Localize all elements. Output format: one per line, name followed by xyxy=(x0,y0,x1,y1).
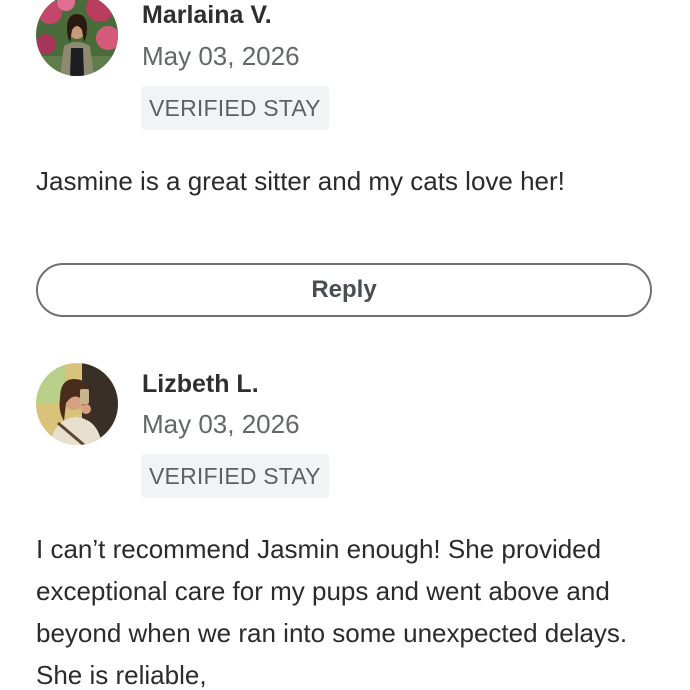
reviewer-name: Lizbeth L. xyxy=(142,370,259,398)
avatar-photo-2 xyxy=(36,363,118,445)
review-date: May 03, 2026 xyxy=(142,409,300,439)
reviewer-avatar[interactable] xyxy=(36,363,118,445)
reviews-page: Marlaina V. May 03, 2026 VERIFIED STAY J… xyxy=(0,0,690,690)
review-card: Lizbeth L. May 03, 2026 VERIFIED STAY I … xyxy=(0,0,690,690)
review-text: I can’t recommend Jasmin enough! She pro… xyxy=(36,534,628,690)
verified-stay-badge: VERIFIED STAY xyxy=(141,454,329,498)
